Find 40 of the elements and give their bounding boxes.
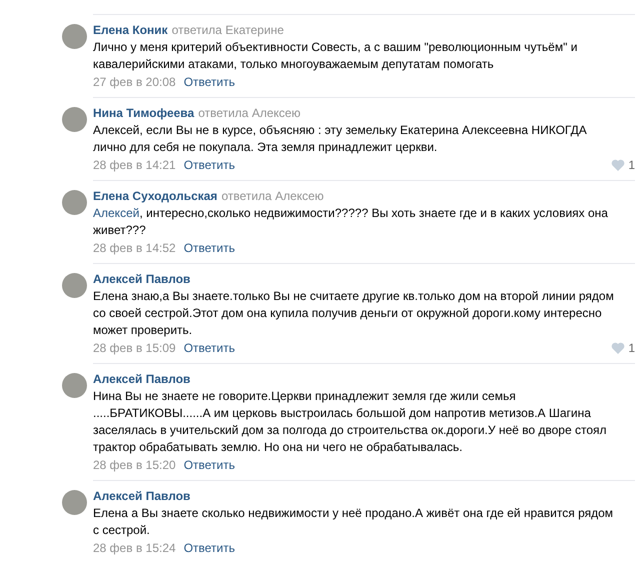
like-button[interactable]: 1 [611,156,635,174]
comment-text: Лично у меня критерий объективности Совесть, а с вашим "революционным чутьём" и кавалерийскими атаками, только многоуважаемым депутатам помогать [93,39,578,73]
reply-link[interactable]: Ответить [184,73,235,91]
comment-text: Нина Вы не знаете не говорите.Церкви принадлежит земля где жили семья .....БРАТИКОВЫ......А им церковь выстроилась большой дом напротив метизов.А Шагина заселялась в учительский дом за полгода до строительства ок.дороги.У неё во дворе стоял трактор обрабатывать землю. Но она ни чего не обрабатывалась. [93,388,608,456]
like-count: 1 [628,340,635,357]
avatar-photo-placeholder[interactable] [62,273,87,298]
reply-link[interactable]: Ответить [184,239,235,257]
author-link[interactable]: Алексей Павлов [93,272,190,286]
comment-text: Алексей, если Вы не в курсе, объясняю : эту земельку Екатерина Алексеевна НИКОГДА лично для себя не покупала. Эта земля принадлежит церкви. [93,122,588,156]
avatar-photo-placeholder[interactable] [62,24,87,49]
avatar-photo-placeholder[interactable] [62,107,87,132]
like-count: 1 [628,157,635,174]
comment-date: 28 фев в 15:20 [93,457,176,474]
reply-link[interactable]: Ответить [184,339,235,357]
author-link[interactable]: Алексей Павлов [93,372,190,386]
author-link[interactable]: Алексей Павлов [93,489,190,503]
comment-date: 28 фев в 15:09 [93,340,176,357]
comment-text: Елена а Вы знаете сколько недвижимости у неё продано.А живёт она где ей нравится рядом с сестрой. [93,505,614,539]
reply-to-label: ответила Алексею [221,189,324,203]
reply-link[interactable]: Ответить [184,156,235,174]
reply-link[interactable]: Ответить [184,456,235,474]
comment-date: 27 фев в 20:08 [93,74,176,91]
comment-text: Елена знаю,а Вы знаете.только Вы не считаете другие кв.только дом на второй линии рядом со своей сестрой.Этот дом она купила получив деньги от окружной дороги.кому интересно может проверить. [93,288,615,339]
reply-to-label: ответила Екатерине [172,23,284,37]
author-link[interactable]: Елена Суходольская [93,189,218,203]
comment-date: 28 фев в 14:21 [93,157,176,174]
heart-icon [611,159,626,171]
like-button[interactable]: 1 [611,339,635,357]
author-link[interactable]: Нина Тимофеева [93,106,194,120]
comment-text: Алексей, интересно,сколько недвижимости????? Вы хоть знаете где и в каких условиях она живет??? [93,205,609,239]
mention-link[interactable]: Алексей [93,206,140,220]
comment-date: 28 фев в 14:52 [93,240,176,257]
avatar-photo-placeholder[interactable] [62,190,87,215]
heart-icon [611,342,626,354]
avatar-photo-placeholder[interactable] [62,490,87,515]
author-link[interactable]: Елена Коник [93,23,168,37]
avatar-photo-placeholder[interactable] [62,373,87,398]
reply-to-label: ответила Алексею [198,106,301,120]
comment-date: 28 фев в 15:24 [93,540,176,557]
reply-link[interactable]: Ответить [184,539,235,557]
